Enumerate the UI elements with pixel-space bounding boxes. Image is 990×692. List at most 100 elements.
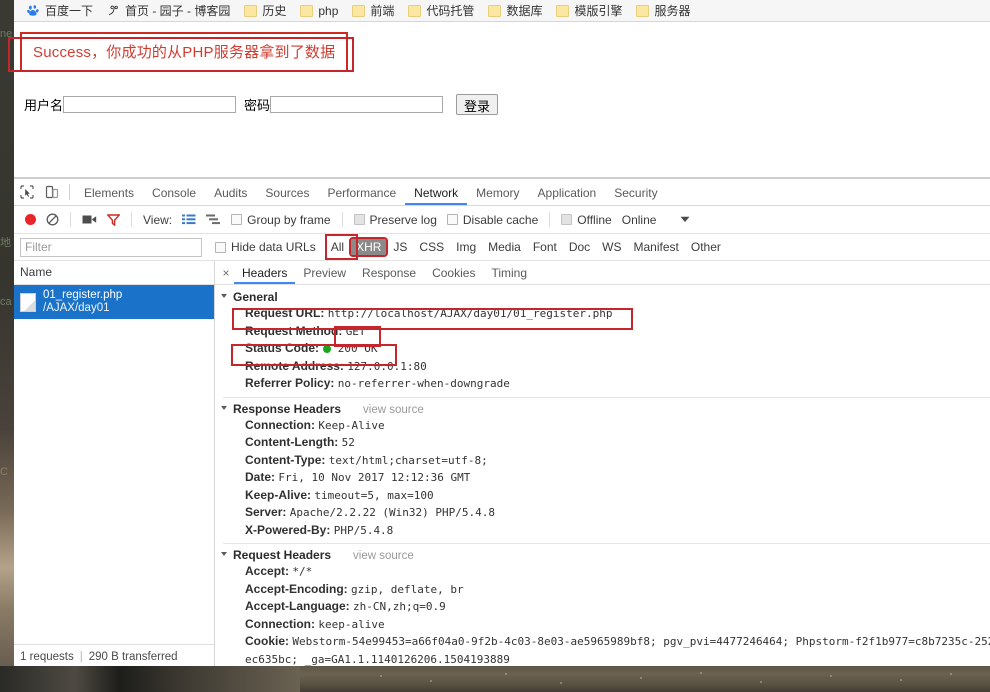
view-source-link[interactable]: view source — [353, 550, 414, 562]
filter-type-font[interactable]: Font — [528, 239, 562, 255]
folder-icon — [636, 4, 650, 17]
filter-type-css[interactable]: CSS — [414, 239, 449, 255]
offline-label: Offline — [577, 212, 612, 227]
throttling-select[interactable]: Online — [617, 207, 662, 233]
detail-tab-response[interactable]: Response — [354, 262, 424, 284]
request-path: /AJAX/day01 — [43, 302, 110, 314]
detail-tab-preview[interactable]: Preview — [295, 262, 354, 284]
folder-icon — [300, 4, 314, 17]
devtools-panel: Elements Console Audits Sources Performa… — [14, 178, 990, 668]
chevron-down-icon — [680, 216, 690, 222]
bookmark-folder-php[interactable]: php — [293, 1, 345, 21]
detail-tab-timing[interactable]: Timing — [483, 262, 535, 284]
filter-type-xhr[interactable]: XHR — [349, 237, 389, 257]
header-value: 52 — [341, 436, 355, 449]
tab-memory[interactable]: Memory — [467, 180, 528, 205]
filter-type-media[interactable]: Media — [483, 239, 526, 255]
tab-network[interactable]: Network — [405, 180, 467, 205]
folder-icon — [408, 4, 422, 17]
header-value: Keep-Alive — [318, 418, 385, 432]
view-source-link[interactable]: view source — [363, 404, 424, 416]
online-label: Online — [621, 212, 657, 227]
detail-tab-headers[interactable]: Headers — [234, 262, 295, 284]
header-row-x-powered-by: X-Powered-By: PHP/5.4.8 — [215, 522, 990, 540]
request-name: 01_register.php — [43, 289, 123, 301]
capture-screenshots-button[interactable] — [77, 207, 102, 233]
bookmark-folder-frontend[interactable]: 前端 — [345, 1, 401, 21]
bookmarks-bar: 百度一下 首页 - 园子 - 博客园 历史 php 前端 代码托管 数据库 模版… — [14, 0, 990, 22]
bookmark-label: 首页 - 园子 - 博客园 — [125, 4, 231, 18]
bookmark-folder-history[interactable]: 历史 — [237, 1, 293, 21]
tab-elements[interactable]: Elements — [75, 180, 143, 205]
header-value: Webstorm-54e99453=a66f04a0-9f2b-4c03-8e0… — [292, 635, 990, 648]
bookmark-label: 历史 — [262, 4, 287, 18]
filter-input[interactable] — [20, 237, 202, 257]
filter-button[interactable] — [102, 207, 125, 233]
hide-data-urls-checkbox[interactable]: Hide data URLs — [210, 234, 321, 260]
filter-type-manifest[interactable]: Manifest — [629, 239, 684, 255]
transferred-size: 290 B transferred — [88, 650, 178, 663]
section-title: General — [233, 290, 278, 304]
group-by-frame-checkbox[interactable]: Group by frame — [226, 207, 335, 233]
header-value: gzip, deflate, br — [351, 582, 464, 596]
bookmark-cnblogs[interactable]: 首页 - 园子 - 博客园 — [100, 1, 237, 21]
disable-cache-label: Disable cache — [462, 212, 539, 227]
section-request-headers[interactable]: Request Headers view source — [215, 547, 990, 563]
device-toolbar-icon — [45, 185, 58, 199]
header-key: X-Powered-By: — [245, 522, 331, 537]
filter-type-doc[interactable]: Doc — [564, 239, 595, 255]
record-button[interactable] — [20, 207, 41, 233]
disable-cache-checkbox[interactable]: Disable cache — [442, 207, 543, 233]
offline-checkbox[interactable]: Offline — [556, 207, 616, 233]
headers-pane: General Request URL: http://localhost/AJ… — [215, 285, 990, 668]
network-filter-bar: Hide data URLs All XHR JS CSS Img Media … — [14, 234, 990, 261]
clear-button[interactable] — [41, 207, 64, 233]
bookmark-baidu[interactable]: 百度一下 — [20, 1, 100, 21]
filter-type-ws[interactable]: WS — [597, 239, 626, 255]
inspect-element-button[interactable] — [14, 180, 39, 205]
filter-type-img[interactable]: Img — [451, 239, 481, 255]
password-input[interactable] — [270, 96, 444, 113]
group-by-frame-label: Group by frame — [247, 212, 331, 227]
tab-console[interactable]: Console — [143, 180, 205, 205]
close-icon[interactable]: × — [218, 266, 234, 280]
list-view-icon — [182, 214, 196, 225]
tab-audits[interactable]: Audits — [205, 180, 256, 205]
toggle-device-toolbar-button[interactable] — [39, 180, 64, 205]
tab-application[interactable]: Application — [529, 180, 606, 205]
throttling-dropdown-arrow[interactable] — [675, 207, 695, 233]
section-response-headers[interactable]: Response Headers view source — [215, 401, 990, 417]
header-value: ec635bc; _ga=GA1.1.1140126206.1504193889 — [245, 652, 510, 666]
header-key: Connection: — [245, 616, 315, 631]
filter-type-other[interactable]: Other — [686, 239, 726, 255]
network-toolbar: View: Group by frame Preserve log Disabl… — [14, 206, 990, 234]
table-row[interactable]: 01_register.php /AJAX/day01 — [14, 285, 214, 319]
login-button[interactable]: 登录 — [456, 94, 499, 115]
login-form: 用户名 密码 登录 — [24, 94, 499, 115]
header-row-remote-address: Remote Address: 127.0.0.1:80 — [215, 358, 990, 376]
header-row-date: Date: Fri, 10 Nov 2017 12:12:36 GMT — [215, 469, 990, 487]
view-list-button[interactable] — [177, 207, 201, 233]
folder-icon — [556, 4, 570, 17]
network-body: Name 01_register.php /AJAX/day01 1 reque… — [14, 261, 990, 668]
file-icon — [20, 292, 36, 312]
toolbar-divider — [131, 212, 132, 227]
detail-tab-cookies[interactable]: Cookies — [424, 262, 483, 284]
header-key: Request URL: — [245, 306, 325, 320]
tab-performance[interactable]: Performance — [318, 180, 405, 205]
view-waterfall-button[interactable] — [201, 207, 226, 233]
filter-type-all[interactable]: All — [326, 239, 349, 255]
bookmark-folder-database[interactable]: 数据库 — [481, 1, 549, 21]
bookmark-folder-template-engine[interactable]: 模版引擎 — [549, 1, 629, 21]
username-input[interactable] — [63, 96, 237, 113]
tab-security[interactable]: Security — [605, 180, 666, 205]
view-label-group: View: — [138, 207, 177, 233]
header-value: Apache/2.2.22 (Win32) PHP/5.4.8 — [289, 506, 496, 519]
bookmark-label: 数据库 — [506, 4, 543, 18]
tab-sources[interactable]: Sources — [256, 180, 318, 205]
bookmark-folder-code-hosting[interactable]: 代码托管 — [401, 1, 481, 21]
preserve-log-checkbox[interactable]: Preserve log — [349, 207, 442, 233]
filter-type-js[interactable]: JS — [388, 239, 412, 255]
section-general[interactable]: General — [215, 289, 990, 305]
bookmark-folder-server[interactable]: 服务器 — [629, 1, 697, 21]
